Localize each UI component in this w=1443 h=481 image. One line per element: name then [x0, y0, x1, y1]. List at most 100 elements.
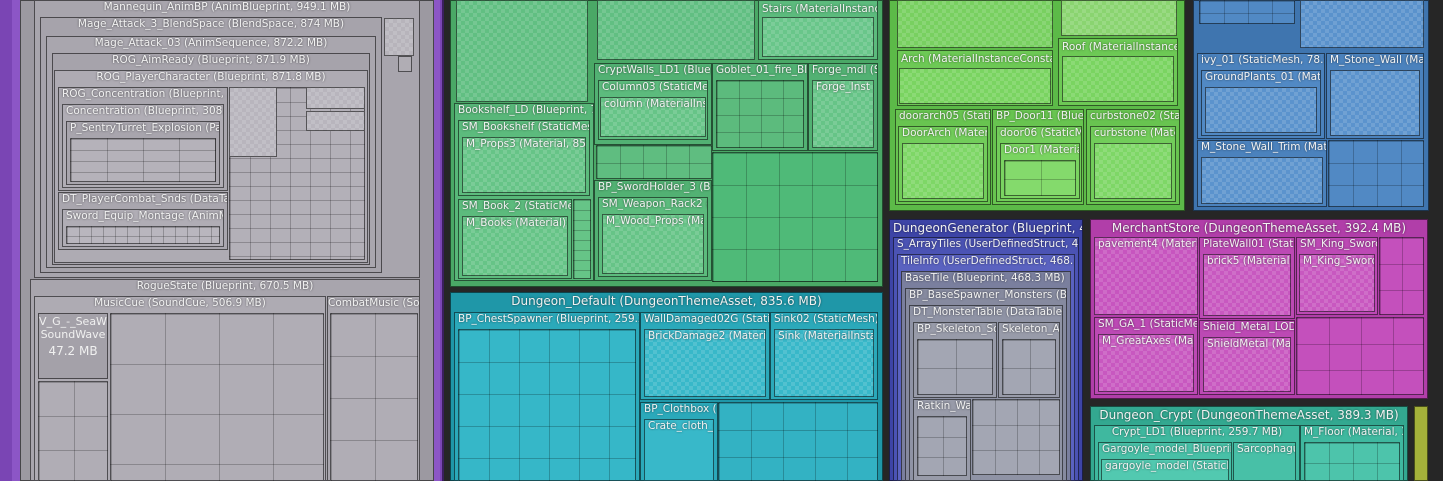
- blue-misc-grid[interactable]: [1328, 140, 1424, 207]
- node-label: ROG_PlayerCharacter (Blueprint, 871.8 MB…: [96, 71, 326, 83]
- node-label: CombatMusic (SoundCue): [328, 297, 419, 309]
- node-label: BrickDamage2 (MaterialInstance): [648, 330, 765, 342]
- green-misc-grid[interactable]: [712, 152, 878, 282]
- combat-music-children[interactable]: [330, 313, 418, 481]
- teal-misc-grid[interactable]: [718, 402, 878, 481]
- blue-top-right[interactable]: [1300, 0, 1424, 48]
- soundwave-name: V_G_-_SeaW: [39, 315, 107, 328]
- node-label: SM_GA_1 (StaticMesh): [1098, 318, 1197, 330]
- treemap-node-gargoyle-mesh[interactable]: gargoyle_model (StaticMesh): [1101, 459, 1229, 481]
- node-label: ROG_Concentration (Blueprint, 308.1 MB): [62, 88, 227, 100]
- node-label: M_GreatAxes (Material): [1102, 335, 1193, 347]
- music-cue-children-2[interactable]: [38, 381, 108, 481]
- treemap-node-shield-metal[interactable]: ShieldMetal (Material): [1203, 337, 1291, 392]
- node-label: Mage_Attack_03 (AnimSequence, 872.2 MB): [94, 37, 328, 49]
- music-cue-children[interactable]: [110, 313, 324, 481]
- treemap-node-mannequin-side-2[interactable]: [398, 56, 412, 72]
- node-label: Gargoyle_model_Blueprint: [1102, 443, 1231, 455]
- node-label: TileInfo (UserDefinedStruct, 468.3 MB): [901, 255, 1074, 267]
- node-label: door06 (StaticMesh): [1000, 127, 1081, 139]
- node-label: BP_ChestSpawner (Blueprint, 259.2 MB): [458, 313, 639, 325]
- node-label: MerchantStore (DungeonThemeAsset, 392.4 …: [1111, 221, 1407, 235]
- node-label: RogueState (Blueprint, 670.5 MB): [136, 280, 314, 292]
- node-label: DT_PlayerCombat_Snds (DataTable): [62, 193, 227, 205]
- rog-char-child-1[interactable]: [229, 87, 277, 157]
- bright-green-top-2[interactable]: [1061, 0, 1177, 36]
- treemap-node-crate-cloth[interactable]: Crate_cloth_mat: [644, 419, 714, 481]
- node-label: DT_MonsterTable (DataTable): [913, 306, 1062, 318]
- node-label: M_Props3 (Material, 85 MB): [466, 138, 585, 150]
- doorarch-child[interactable]: [902, 143, 984, 199]
- node-label: BP_Skeleton_Soldier: [917, 323, 996, 335]
- rog-char-child-2[interactable]: [306, 87, 365, 109]
- node-label: DoorArch (Material): [902, 127, 987, 139]
- node-label: Concentration (Blueprint, 308.1 MB): [66, 105, 223, 117]
- node-label: Crypt_LD1 (Blueprint, 259.7 MB): [1111, 426, 1283, 438]
- node-label: SM_King_Sword (StaticMesh): [1300, 238, 1377, 250]
- soundwave-type: SoundWave: [40, 328, 106, 341]
- goblet-children[interactable]: [716, 80, 804, 148]
- crypt-walls-more[interactable]: [596, 145, 712, 179]
- roof-child[interactable]: [1062, 56, 1174, 102]
- merchant-right-grid[interactable]: [1379, 237, 1424, 315]
- skeleton-so-child[interactable]: [917, 339, 993, 395]
- node-label: Dungeon_Default (DungeonThemeAsset, 835.…: [511, 294, 822, 308]
- green-top-mid[interactable]: [597, 0, 755, 60]
- node-label: SM_Bookshelf (StaticMesh): [462, 121, 589, 133]
- treemap-node-forge-inst[interactable]: Forge_Inst: [812, 80, 874, 148]
- bookshelf-side[interactable]: [573, 199, 591, 279]
- sentry-children[interactable]: [70, 138, 216, 182]
- node-label: Sink02 (StaticMesh): [774, 313, 877, 325]
- skeleton-a-child[interactable]: [1002, 339, 1056, 395]
- treemap-node-sink[interactable]: Sink (MaterialInstance): [774, 329, 874, 397]
- node-label: M_Wood_Props (Material): [606, 215, 703, 227]
- treemap-node-wood-props[interactable]: M_Wood_Props (Material): [602, 214, 704, 274]
- node-label: DungeonGenerator (Blueprint, 468.3 MB): [893, 221, 1082, 235]
- stairs-child[interactable]: [762, 17, 874, 57]
- chest-spawner-children[interactable]: [458, 329, 636, 481]
- node-label: ShieldMetal (Material): [1207, 338, 1290, 350]
- node-label: Shield_Metal_LOD0: [1203, 321, 1294, 333]
- ratkin-child[interactable]: [917, 416, 967, 476]
- treemap-node-m-props3[interactable]: M_Props3 (Material, 85 MB): [462, 137, 586, 193]
- rog-char-child-3[interactable]: [306, 111, 365, 131]
- stone-trim-child[interactable]: [1201, 157, 1323, 204]
- treemap-node-column[interactable]: column (MaterialInstance): [600, 97, 706, 137]
- node-label: Door1 (Material): [1004, 144, 1079, 156]
- node-label: Skeleton_Archer: [1002, 323, 1059, 335]
- treemap-node-sarcophagus[interactable]: Sarcophagus: [1233, 442, 1296, 481]
- monster-table-misc[interactable]: [972, 399, 1060, 475]
- node-label: M_Stone_Wall_Trim (Material): [1201, 141, 1326, 153]
- door1-child[interactable]: [1004, 160, 1076, 196]
- treemap-node-m-king[interactable]: M_King_Sword: [1299, 254, 1375, 312]
- node-label: column (MaterialInstance): [604, 98, 705, 110]
- m-stone-wall-child[interactable]: [1330, 70, 1420, 136]
- ground-plants-child[interactable]: [1205, 87, 1317, 133]
- green-top-left[interactable]: [456, 0, 588, 102]
- node-label: M_King_Sword: [1303, 255, 1374, 267]
- blue-top-left[interactable]: [1199, 0, 1295, 24]
- node-label: Forge_Inst: [816, 81, 870, 93]
- merchant-bottom-grid[interactable]: [1296, 317, 1424, 395]
- treemap-node-brick-damage[interactable]: BrickDamage2 (MaterialInstance): [644, 329, 766, 397]
- node-label: Crate_cloth_mat: [648, 420, 713, 432]
- treemap-node-mannequin-side[interactable]: [384, 18, 414, 56]
- treemap-node-brick5[interactable]: brick5 (Material): [1203, 254, 1291, 316]
- treemap-node-pavement4[interactable]: pavement4 (Material): [1094, 237, 1198, 315]
- m-floor-child[interactable]: [1304, 442, 1400, 481]
- treemap-node-m-greataxes[interactable]: M_GreatAxes (Material): [1098, 334, 1194, 392]
- soundwave-size: 47.2 MB: [48, 344, 98, 358]
- node-label: doorarch05 (StaticMesh): [899, 110, 990, 122]
- node-label: Roof (MaterialInstance): [1062, 41, 1177, 53]
- treemap-node-olive[interactable]: [1414, 406, 1428, 481]
- treemap-node-m-books[interactable]: M_Books (Material): [462, 216, 568, 276]
- curbstone-child[interactable]: [1094, 143, 1172, 199]
- sword-equip-children[interactable]: [66, 226, 220, 244]
- arch-child[interactable]: [899, 68, 1051, 104]
- bright-green-top-1[interactable]: [897, 0, 1053, 48]
- node-label: MusicCue (SoundCue, 506.9 MB): [94, 297, 266, 309]
- node-label: M_Books (Material): [466, 217, 567, 229]
- node-label: Arch (MaterialInstanceConstant): [901, 53, 1052, 65]
- treemap-node-soundwave[interactable]: V_G_-_SeaW SoundWave 47.2 MB: [38, 313, 108, 379]
- node-label: Bookshelf_LD (Blueprint, 76 MB): [458, 104, 593, 116]
